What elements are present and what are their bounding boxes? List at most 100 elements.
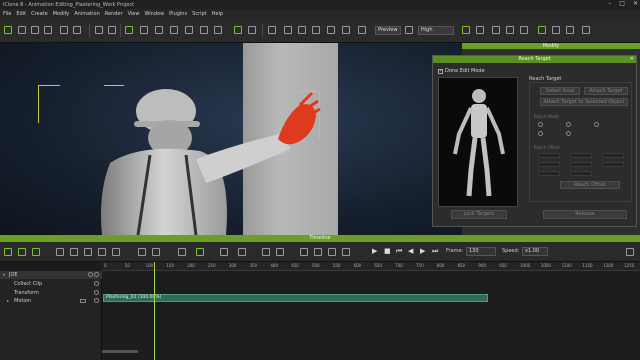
- view-mode-select[interactable]: Preview: [375, 26, 401, 35]
- minimize-button[interactable]: –: [608, 0, 611, 7]
- hand-icon[interactable]: [506, 26, 514, 34]
- export-icon[interactable]: [73, 26, 81, 34]
- curve-icon[interactable]: [520, 26, 528, 34]
- align-icon[interactable]: [200, 26, 208, 34]
- save-icon[interactable]: [31, 26, 39, 34]
- release-button[interactable]: Release: [543, 210, 627, 219]
- timeline-scrollbar[interactable]: [102, 350, 138, 353]
- rotate-z-field[interactable]: [602, 162, 624, 167]
- track-list-icon[interactable]: [4, 248, 12, 256]
- menu-animation[interactable]: Animation: [74, 11, 100, 17]
- attach-selected-button[interactable]: Attach Target to Selected Object: [540, 98, 628, 106]
- break-clip-icon[interactable]: [70, 248, 78, 256]
- apply-offset-button[interactable]: Reach Offset: [560, 181, 620, 189]
- play-icon[interactable]: ▶: [372, 247, 377, 255]
- track-row-collect-clip[interactable]: Collect Clip: [0, 280, 102, 288]
- link-icon[interactable]: [328, 248, 336, 256]
- mode-radio-3[interactable]: [594, 122, 599, 127]
- scale-icon[interactable]: [170, 26, 178, 34]
- close-button[interactable]: ✕: [633, 0, 638, 7]
- timeline-settings-icon[interactable]: [626, 248, 634, 256]
- track-visibility-icon[interactable]: [94, 281, 99, 286]
- menu-file[interactable]: File: [3, 11, 11, 17]
- offset-x-field[interactable]: [538, 153, 560, 158]
- lock-targets-button[interactable]: Lock Targets: [451, 210, 507, 219]
- motion-layer-icon[interactable]: [80, 299, 86, 303]
- character-model[interactable]: [0, 43, 462, 235]
- timeline-ruler[interactable]: 0 50 100 150 200 250 300 350 400 450 500 550 600 650 7…: [102, 262, 640, 271]
- light-icon[interactable]: [284, 26, 292, 34]
- zoom-out-icon[interactable]: [276, 248, 284, 256]
- paint-icon[interactable]: [552, 26, 560, 34]
- key-icon[interactable]: [56, 248, 64, 256]
- grid-icon[interactable]: [298, 26, 306, 34]
- render-icon[interactable]: [342, 26, 350, 34]
- mode-radio-5[interactable]: [566, 131, 571, 136]
- offset-y-field[interactable]: [570, 153, 592, 158]
- prop-icon[interactable]: [582, 26, 590, 34]
- menu-window[interactable]: Window: [144, 11, 164, 17]
- menu-help[interactable]: Help: [212, 11, 223, 17]
- speed-select[interactable]: x1.00: [522, 247, 548, 256]
- track-visibility-icon[interactable]: [88, 272, 93, 277]
- done-edit-checkbox[interactable]: ✓: [438, 68, 443, 74]
- rotate-icon[interactable]: [155, 26, 163, 34]
- quality-select[interactable]: High: [418, 26, 454, 35]
- pivot-icon[interactable]: [185, 26, 193, 34]
- motion-layer-icon[interactable]: [196, 248, 204, 256]
- menu-edit[interactable]: Edit: [16, 11, 26, 17]
- mode-radio-4[interactable]: [538, 131, 543, 136]
- next-frame-icon[interactable]: ▶: [420, 247, 425, 255]
- prev-frame-icon[interactable]: ◀: [408, 247, 413, 255]
- flag-icon[interactable]: [566, 26, 574, 34]
- lock-icon[interactable]: [314, 248, 322, 256]
- undo-icon[interactable]: [95, 26, 103, 34]
- track-area[interactable]: [102, 271, 640, 360]
- rotate-x-field[interactable]: [538, 162, 560, 167]
- track-lock-icon[interactable]: [94, 272, 99, 277]
- done-edit-mode-toggle[interactable]: ✓ Done Edit Mode: [438, 68, 485, 74]
- fit-icon[interactable]: [300, 248, 308, 256]
- eye-icon[interactable]: [234, 26, 242, 34]
- new-project-icon[interactable]: [4, 26, 12, 34]
- scale-x-field[interactable]: [538, 171, 560, 176]
- select-icon[interactable]: [125, 26, 133, 34]
- flatten-icon[interactable]: [152, 248, 160, 256]
- track-row-joe[interactable]: ▾ JOE: [0, 271, 102, 279]
- collapse-icon[interactable]: ▾: [3, 271, 5, 279]
- dialog-close-icon[interactable]: ✕: [630, 56, 634, 63]
- wireframe-icon[interactable]: [312, 26, 320, 34]
- menu-create[interactable]: Create: [31, 11, 48, 17]
- settings-icon[interactable]: [405, 26, 413, 34]
- redo-icon[interactable]: [108, 26, 116, 34]
- marker-icon[interactable]: [238, 248, 246, 256]
- mode-radio-2[interactable]: [566, 122, 571, 127]
- rotate-y-field[interactable]: [570, 162, 592, 167]
- audio-icon[interactable]: [220, 248, 228, 256]
- track-row-transform[interactable]: Transform: [0, 289, 102, 297]
- menu-script[interactable]: Script: [192, 11, 207, 17]
- maximize-button[interactable]: □: [619, 0, 625, 7]
- playhead[interactable]: [154, 262, 155, 360]
- mannequin-figure[interactable]: [439, 78, 519, 208]
- select-goal-button[interactable]: Select Goal: [540, 87, 580, 95]
- speed-icon[interactable]: [98, 248, 106, 256]
- offset-z-field[interactable]: [602, 153, 624, 158]
- add-track-icon[interactable]: [18, 248, 26, 256]
- filter-icon[interactable]: [32, 248, 40, 256]
- mode-radio-1[interactable]: [538, 122, 543, 127]
- stop-icon[interactable]: ■: [384, 247, 391, 255]
- sample-icon[interactable]: [138, 248, 146, 256]
- 3d-viewport[interactable]: [0, 43, 462, 235]
- face-icon[interactable]: [492, 26, 500, 34]
- track-visibility-icon[interactable]: [94, 298, 99, 303]
- first-frame-icon[interactable]: ⏮: [396, 247, 402, 256]
- import-icon[interactable]: [60, 26, 68, 34]
- camera-icon[interactable]: [248, 26, 256, 34]
- loop-icon[interactable]: [84, 248, 92, 256]
- scale-y-field[interactable]: [570, 171, 592, 176]
- body-picker-panel[interactable]: [438, 77, 518, 207]
- open-project-icon[interactable]: [18, 26, 26, 34]
- screenshot-icon[interactable]: [358, 26, 366, 34]
- zoom-in-icon[interactable]: [262, 248, 270, 256]
